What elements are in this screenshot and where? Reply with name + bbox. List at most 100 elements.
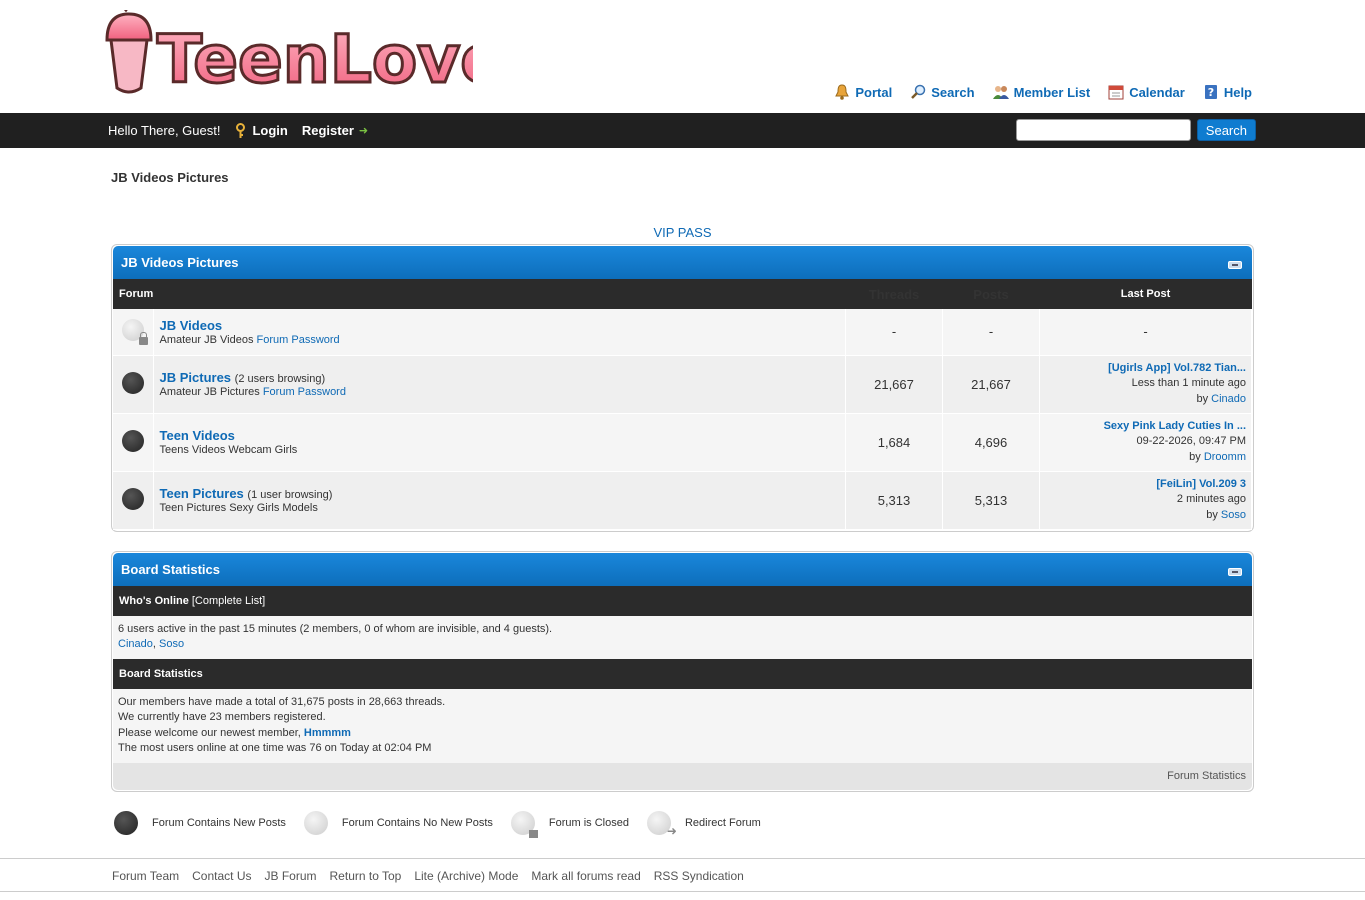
- search-button[interactable]: Search: [1196, 119, 1256, 141]
- bell-icon: [835, 84, 850, 100]
- site-logo[interactable]: TeenLover: [101, 6, 539, 100]
- whos-online-link[interactable]: Who's Online: [119, 595, 189, 607]
- header-lastpost: Last Post: [1120, 288, 1171, 300]
- last-post-time: 09-22-2026, 09:47 PM: [1136, 435, 1246, 448]
- forum-info-cell: JB Videos Amateur JB Videos Forum Passwo…: [153, 309, 846, 356]
- online-users-body: 6 users active in the past 15 minutes (2…: [113, 615, 1252, 659]
- footer-lite-mode-link[interactable]: Lite (Archive) Mode: [414, 869, 518, 883]
- search-input[interactable]: [1015, 119, 1191, 141]
- user-panel: Hello There, Guest! Login Register ➜ Sea…: [0, 113, 1365, 148]
- last-post-cell: [Ugirls App] Vol.782 Tian... Less than 1…: [1039, 355, 1252, 414]
- forum-closed-icon: [121, 319, 148, 346]
- header-forum: Forum: [119, 288, 154, 300]
- forum-status-cell: [113, 413, 154, 472]
- login-link[interactable]: Login: [252, 123, 287, 138]
- last-post-title-link[interactable]: Sexy Pink Lady Cuties In ...: [1104, 420, 1246, 432]
- svg-text:?: ?: [1208, 86, 1214, 99]
- forum-status-cell: [113, 309, 154, 356]
- legend-item: ➜ Redirect Forum: [644, 810, 761, 838]
- calendar-icon: [1108, 85, 1124, 100]
- vip-pass-banner: VIP PASS: [111, 225, 1254, 240]
- threads-count: 5,313: [845, 471, 943, 530]
- forum-description: Teen Pictures Sexy Girls Models: [159, 502, 318, 514]
- arrow-right-icon: ➜: [358, 125, 369, 137]
- register-link[interactable]: Register ➜: [302, 123, 368, 138]
- last-post-title-link[interactable]: [FeiLin] Vol.209 3: [1156, 478, 1246, 490]
- forum-table-header: Forum Threads Posts Last Post: [113, 279, 1252, 309]
- board-stats-body: Our members have made a total of 31,675 …: [113, 688, 1252, 763]
- forum-title-link[interactable]: JB Videos: [160, 318, 223, 333]
- top-links: Portal Search Member List Calendar ? Hel…: [834, 84, 1252, 100]
- board-statistics: Board Statistics Who's Online [Complete …: [111, 550, 1254, 792]
- online-user-link[interactable]: Cinado: [118, 638, 153, 650]
- forum-info-cell: Teen Videos Teens Videos Webcam Girls: [153, 413, 846, 472]
- footer-return-to-top-link[interactable]: Return to Top: [330, 869, 402, 883]
- forum-info-cell: JB Pictures (2 users browsing) Amateur J…: [153, 355, 846, 414]
- portal-link[interactable]: Portal: [834, 84, 892, 100]
- guest-greeting: Hello There, Guest!: [108, 123, 221, 138]
- redirect-forum-icon: ➜: [646, 810, 677, 838]
- collapse-icon[interactable]: [1228, 567, 1242, 576]
- forum-title-link[interactable]: JB Pictures: [160, 370, 232, 385]
- online-user-link[interactable]: Soso: [159, 638, 184, 650]
- category-header: JB Videos Pictures: [113, 246, 1252, 279]
- footer-mark-read-link[interactable]: Mark all forums read: [531, 869, 640, 883]
- last-post-cell: -: [1039, 309, 1252, 356]
- forum-password-link[interactable]: Forum Password: [263, 386, 346, 398]
- forum-title-link[interactable]: Teen Videos: [160, 428, 235, 443]
- forum-status-cell: [113, 355, 154, 414]
- stats-title: Board Statistics: [121, 561, 220, 577]
- legend-item: Forum Contains No New Posts: [301, 810, 493, 835]
- online-summary: 6 users active in the past 15 minutes (2…: [118, 622, 553, 635]
- forum-password-link[interactable]: Forum Password: [257, 334, 340, 346]
- last-post-user-link[interactable]: Soso: [1221, 509, 1246, 521]
- members-icon: [992, 86, 1009, 99]
- forum-statistics-link[interactable]: Forum Statistics: [1167, 770, 1246, 782]
- last-post-title-link[interactable]: [Ugirls App] Vol.782 Tian...: [1108, 362, 1246, 374]
- forum-row: JB Pictures (2 users browsing) Amateur J…: [113, 355, 1252, 414]
- complete-list-link[interactable]: [Complete List]: [192, 595, 265, 607]
- footer-contact-us-link[interactable]: Contact Us: [192, 869, 251, 883]
- footer-forum-team-link[interactable]: Forum Team: [112, 869, 179, 883]
- last-post-user-link[interactable]: Droomm: [1204, 451, 1246, 463]
- lock-icon: [528, 829, 538, 838]
- collapse-icon[interactable]: [1228, 261, 1242, 269]
- forum-table: Forum Threads Posts Last Post JB Videos …: [113, 279, 1252, 530]
- footer-links: Forum Team Contact Us JB Forum Return to…: [112, 859, 1255, 893]
- search-link[interactable]: Search: [910, 84, 975, 100]
- category-title[interactable]: JB Videos Pictures: [121, 255, 239, 270]
- member-list-link[interactable]: Member List: [992, 84, 1090, 100]
- forum-info-cell: Teen Pictures (1 user browsing) Teen Pic…: [153, 471, 846, 530]
- threads-count: 21,667: [845, 355, 943, 414]
- header-threads: Threads: [868, 286, 920, 302]
- legend-item: Forum is Closed: [508, 810, 629, 838]
- calendar-link[interactable]: Calendar: [1108, 84, 1185, 100]
- logo-wordmark: TeenLover: [157, 21, 473, 96]
- newest-member-link[interactable]: Hmmmm: [304, 727, 351, 739]
- header: TeenLover Portal Search Member List Cale…: [105, 0, 1254, 113]
- footer-jb-forum-link[interactable]: JB Forum: [265, 869, 317, 883]
- help-link[interactable]: ? Help: [1203, 84, 1252, 100]
- last-post-cell: Sexy Pink Lady Cuties In ... 09-22-2026,…: [1039, 413, 1252, 472]
- vip-pass-link[interactable]: VIP PASS: [653, 225, 711, 240]
- footer-rss-link[interactable]: RSS Syndication: [654, 869, 744, 883]
- search-form: Search: [1015, 119, 1256, 141]
- whos-online-header: Who's Online [Complete List]: [113, 585, 1252, 616]
- last-post-user-link[interactable]: Cinado: [1211, 393, 1246, 405]
- search-icon: [911, 84, 926, 99]
- forum-new-posts-icon: [121, 429, 144, 452]
- forum-description: Amateur JB Pictures Forum Password: [159, 386, 346, 398]
- forum-row: JB Videos Amateur JB Videos Forum Passwo…: [113, 309, 1252, 356]
- posts-count: 21,667: [942, 355, 1040, 414]
- last-post-time: 2 minutes ago: [1176, 493, 1246, 506]
- forum-status-cell: [113, 471, 154, 530]
- help-icon: ?: [1204, 85, 1217, 99]
- content: JB Videos Pictures VIP PASS JB Videos Pi…: [111, 170, 1254, 838]
- board-stats-subheader: Board Statistics: [113, 658, 1252, 689]
- forum-title-link[interactable]: Teen Pictures: [160, 486, 244, 501]
- stats-footer: Forum Statistics: [113, 762, 1252, 790]
- threads-count: -: [845, 309, 943, 356]
- browsing-count: (1 user browsing): [247, 489, 333, 501]
- forum-description: Teens Videos Webcam Girls: [159, 444, 298, 456]
- posts-count: -: [942, 309, 1040, 356]
